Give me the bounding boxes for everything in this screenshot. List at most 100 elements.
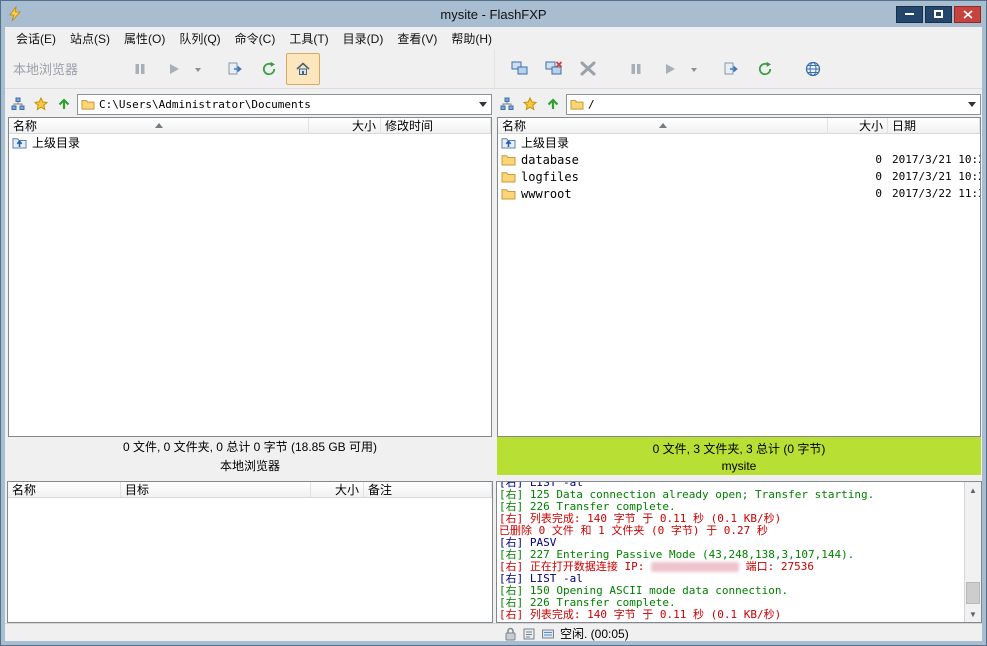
local-favorites-button[interactable] (31, 94, 51, 114)
scroll-down-button[interactable]: ▼ (965, 606, 981, 622)
scroll-up-button[interactable]: ▲ (965, 482, 981, 498)
abort-x-icon (579, 61, 597, 77)
file-date: 2017/3/22 11:33 (888, 187, 980, 200)
minimize-button[interactable] (896, 6, 923, 23)
queue-column-size[interactable]: 大小 (311, 482, 364, 497)
file-name: database (521, 153, 579, 167)
menu-item[interactable]: 队列(Q) (172, 27, 227, 50)
clipboard-icon (522, 627, 536, 641)
flashfxp-window: mysite - FlashFXP 会话(E)站点(S)属性(O)队列(Q)命令… (0, 0, 987, 646)
web-browser-button[interactable] (796, 53, 830, 85)
star-icon (523, 97, 537, 111)
queue-header: 名称 目标 大小 备注 (8, 482, 492, 498)
local-file-list[interactable]: 上级目录 (9, 134, 491, 436)
remote-pause-button[interactable] (619, 53, 653, 85)
queue-column-name[interactable]: 名称 (8, 482, 121, 497)
pause-icon (133, 62, 147, 76)
title-bar[interactable]: mysite - FlashFXP (1, 1, 986, 27)
log-content[interactable]: [右] LIST -al[右] 125 Data connection alre… (497, 482, 964, 622)
refresh-icon (757, 61, 773, 77)
remote-path-dropdown-button[interactable] (964, 95, 980, 114)
file-row[interactable]: wwwroot 02017/3/22 11:33 (498, 185, 980, 202)
redacted-ip (651, 562, 739, 572)
folder-tree-icon (11, 97, 25, 111)
menu-item[interactable]: 属性(O) (117, 27, 172, 50)
column-label: 日期 (892, 118, 916, 133)
abort-button[interactable] (571, 53, 605, 85)
column-header-name[interactable]: 名称 (9, 118, 309, 133)
queue-column-target[interactable]: 目标 (121, 482, 311, 497)
file-date: 2017/3/21 10:21 (888, 153, 980, 166)
local-path-dropdown-button[interactable] (475, 95, 491, 114)
scrollbar-thumb[interactable] (966, 582, 980, 604)
local-transfer-button[interactable] (218, 53, 252, 85)
local-start-dropdown[interactable] (191, 53, 204, 85)
menu-item[interactable]: 帮助(H) (444, 27, 499, 50)
menu-item[interactable]: 目录(D) (336, 27, 391, 50)
up-arrow-icon (546, 97, 560, 111)
column-label: 备注 (368, 482, 392, 497)
local-tree-button[interactable] (8, 94, 28, 114)
maximize-button[interactable] (925, 6, 952, 23)
remote-favorites-button[interactable] (520, 94, 540, 114)
local-browser-selector[interactable]: 本地浏览器 (13, 59, 97, 78)
remote-transfer-button[interactable] (714, 53, 748, 85)
idle-status-text: 空闲. (00:05) (560, 625, 629, 641)
file-row[interactable]: 上级目录 (9, 134, 491, 151)
remote-tree-button[interactable] (497, 94, 517, 114)
column-header-size[interactable]: 大小 (309, 118, 381, 133)
column-header-modified[interactable]: 修改时间 (381, 118, 491, 133)
local-home-button[interactable] (286, 53, 320, 85)
close-button[interactable] (954, 6, 981, 23)
remote-start-dropdown[interactable] (687, 53, 700, 85)
column-header-size[interactable]: 大小 (828, 118, 888, 133)
local-list-header: 名称 大小 修改时间 (9, 118, 491, 134)
globe-icon (805, 61, 821, 77)
menu-item[interactable]: 会话(E) (9, 27, 63, 50)
remote-go-up-button[interactable] (543, 94, 563, 114)
local-go-up-button[interactable] (54, 94, 74, 114)
local-pause-button[interactable] (123, 53, 157, 85)
file-row[interactable]: 上级目录 (498, 134, 980, 151)
toolbar: 本地浏览器 (5, 49, 982, 89)
remote-refresh-button[interactable] (748, 53, 782, 85)
file-row[interactable]: logfiles02017/3/21 10:21 (498, 168, 980, 185)
menu-item[interactable]: 查看(V) (390, 27, 444, 50)
file-row[interactable]: database02017/3/21 10:21 (498, 151, 980, 168)
app-icon (6, 5, 24, 23)
connect-icon (511, 61, 529, 77)
disconnect-button[interactable] (537, 53, 571, 85)
folder-icon (570, 98, 584, 110)
log-scrollbar[interactable]: ▲ ▼ (964, 482, 981, 622)
column-header-name[interactable]: 名称 (498, 118, 828, 133)
folder-icon (501, 170, 517, 184)
sort-ascending-icon (659, 123, 667, 128)
local-path-combo[interactable]: C:\Users\Administrator\Documents (77, 94, 492, 115)
column-label: 大小 (859, 118, 883, 133)
menu-item[interactable]: 工具(T) (282, 27, 335, 50)
folder-icon (501, 187, 517, 201)
connect-button[interactable] (503, 53, 537, 85)
close-icon (963, 10, 973, 19)
remote-address-row: / (496, 91, 982, 117)
lock-icon[interactable] (504, 627, 517, 641)
log-pane: [右] LIST -al[右] 125 Data connection alre… (496, 481, 982, 623)
menu-item[interactable]: 站点(S) (63, 27, 117, 50)
transfer-icon (723, 61, 739, 77)
local-status: 0 文件, 0 文件夹, 0 总计 0 字节 (18.85 GB 可用) 本地浏… (8, 437, 492, 475)
maximize-icon (934, 10, 943, 18)
file-size: 0 (828, 187, 888, 200)
column-label: 名称 (13, 118, 37, 133)
local-refresh-button[interactable] (252, 53, 286, 85)
folder-tree-icon (500, 97, 514, 111)
queue-column-remark[interactable]: 备注 (364, 482, 492, 497)
queue-list[interactable] (8, 498, 492, 622)
column-header-date[interactable]: 日期 (888, 118, 980, 133)
remote-path-combo[interactable]: / (566, 94, 981, 115)
pause-icon (629, 62, 643, 76)
remote-start-button[interactable] (653, 53, 687, 85)
local-start-button[interactable] (157, 53, 191, 85)
menu-item[interactable]: 命令(C) (228, 27, 283, 50)
remote-file-list[interactable]: 上级目录database02017/3/21 10:21logfiles0201… (498, 134, 980, 436)
file-name: wwwroot (521, 187, 572, 201)
